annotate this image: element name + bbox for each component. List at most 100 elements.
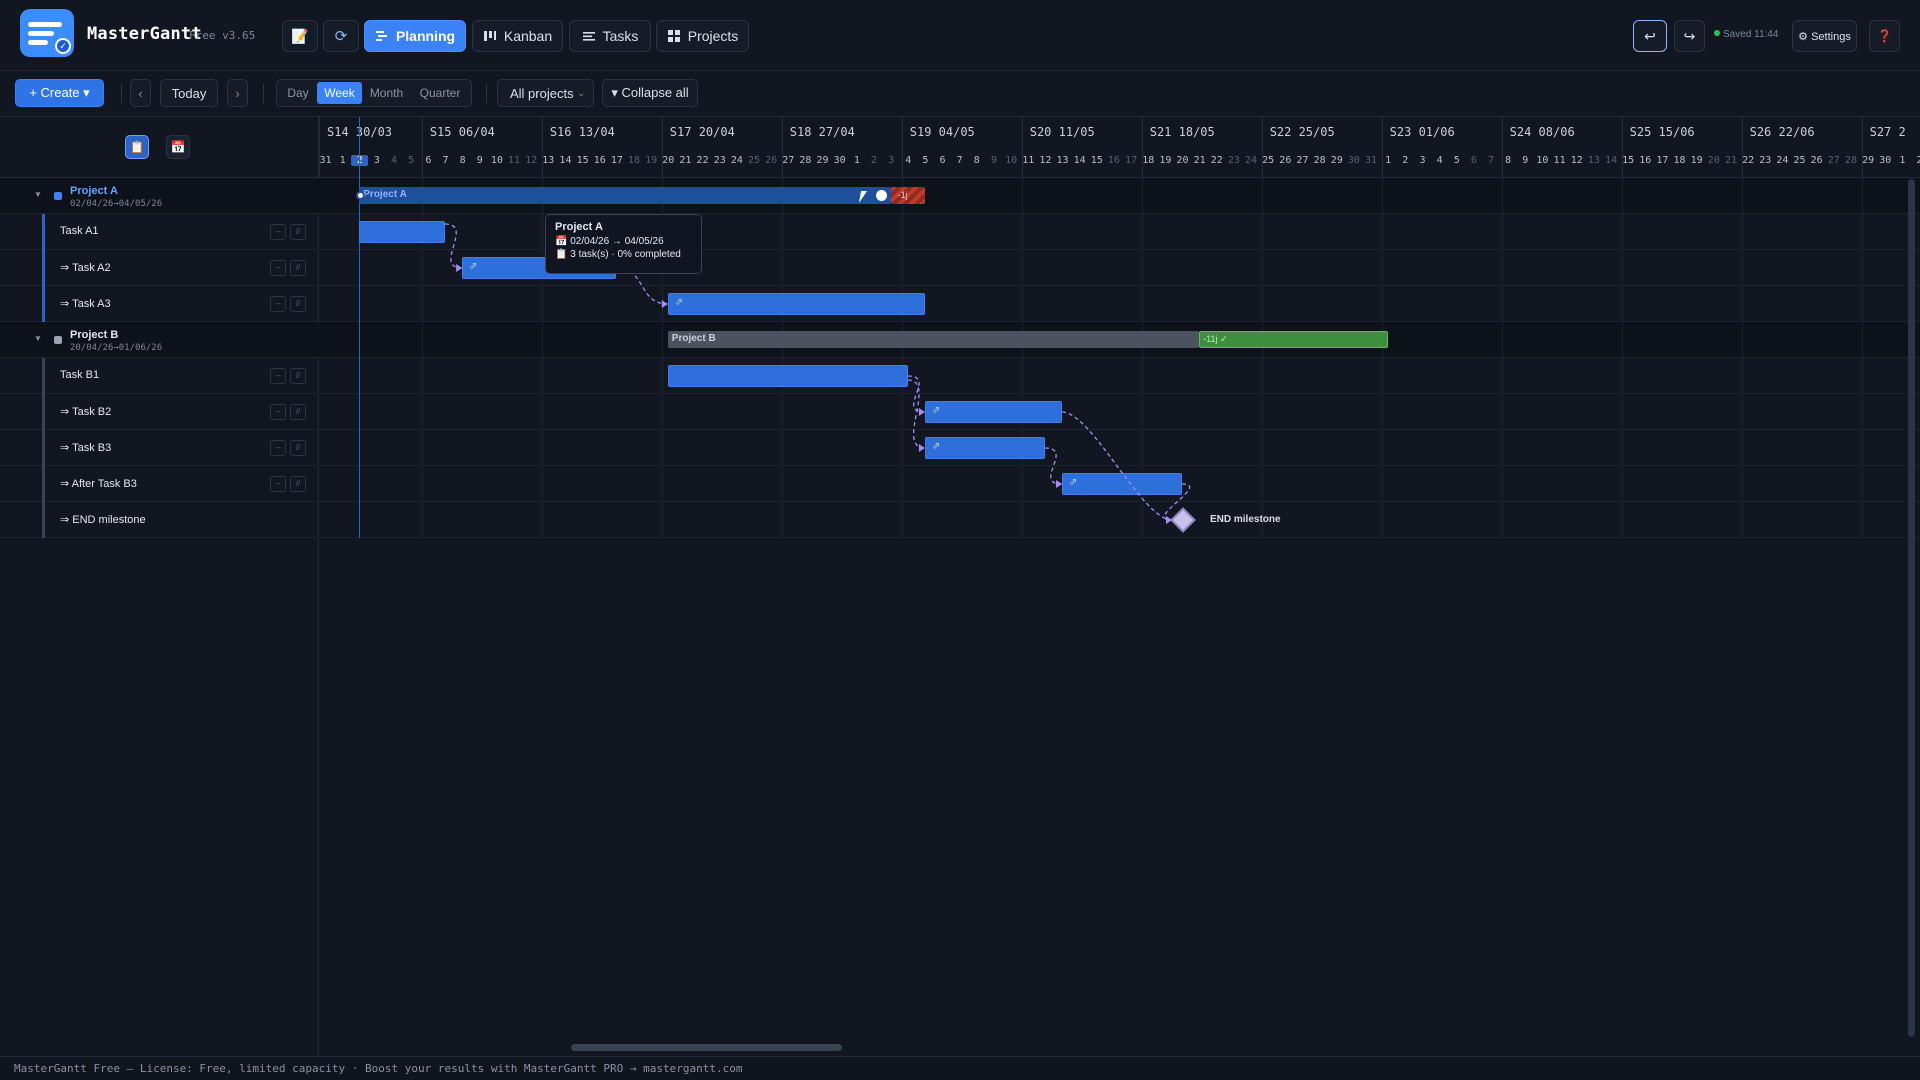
day-label: 2	[1402, 155, 1409, 166]
collapse-caret-icon[interactable]: ▼	[34, 334, 42, 343]
day-label: 3	[888, 155, 895, 166]
task-row[interactable]: ⇒ After Task B3 –//	[0, 466, 319, 502]
collapse-caret-icon[interactable]: ▼	[34, 190, 42, 199]
day-label: 1	[1385, 155, 1392, 166]
week-gridline	[1861, 178, 1863, 538]
view-quarter[interactable]: Quarter	[411, 82, 469, 104]
prev-period-button[interactable]: ‹	[130, 79, 151, 107]
project-tooltip: Project A 📅 02/04/26 → 04/05/26 📋 3 task(s…	[545, 214, 702, 274]
task-bar[interactable]	[359, 221, 445, 243]
check-icon: ✓	[55, 38, 71, 54]
next-period-button[interactable]: ›	[227, 79, 248, 107]
task-progress-box[interactable]: –	[270, 260, 286, 276]
week-divider	[781, 117, 783, 178]
resize-handle-end[interactable]	[875, 190, 887, 201]
notes-button[interactable]: 📝	[282, 20, 318, 52]
task-link-box[interactable]: //	[290, 296, 306, 312]
collapse-all-button[interactable]: ▾ Collapse all	[602, 79, 698, 107]
view-day[interactable]: Day	[279, 82, 317, 104]
day-label: 12	[1570, 155, 1583, 166]
sync-button[interactable]: ⟳	[323, 20, 359, 52]
task-bar[interactable]: ⇗	[667, 293, 925, 315]
week-label: S20 11/05	[1029, 125, 1095, 139]
day-label: 21	[1724, 155, 1737, 166]
task-bar[interactable]: ⇗	[924, 437, 1045, 459]
task-progress-box[interactable]: –	[270, 404, 286, 420]
done-label: -11j ✓	[1203, 334, 1228, 344]
help-button[interactable]: ❓	[1869, 20, 1900, 52]
project-a-overdue-bar: -1j	[890, 187, 925, 204]
today-button[interactable]: Today	[160, 79, 218, 107]
tab-planning[interactable]: Planning	[364, 20, 466, 52]
task-link-box[interactable]: //	[290, 404, 306, 420]
day-label: 9	[476, 155, 483, 166]
day-label: 30	[1879, 155, 1892, 166]
tab-projects[interactable]: Projects	[656, 20, 749, 52]
chevron-right-icon: ›	[235, 85, 240, 101]
task-link-box[interactable]: //	[290, 440, 306, 456]
day-label: 13	[1056, 155, 1069, 166]
app-name: MasterGantt	[87, 24, 202, 44]
week-divider	[1861, 117, 1863, 178]
task-link-box[interactable]: //	[290, 224, 306, 240]
project-a-bar-label: Project A	[363, 189, 407, 200]
horizontal-scrollbar[interactable]	[571, 1044, 842, 1051]
task-progress-box[interactable]: –	[270, 296, 286, 312]
tab-tasks[interactable]: Tasks	[569, 20, 651, 52]
project-row[interactable]: ▼ Project B 20/04/26→01/06/26	[0, 322, 319, 358]
view-month[interactable]: Month	[362, 82, 411, 104]
timeline-body: Project A -1j Project B -11j ✓ ⇗ ⇗ ⇗ ⇗ ⇗ END mile…	[319, 117, 1920, 1056]
project-b-done-bar: -11j ✓	[1199, 331, 1388, 348]
day-label: 3	[1419, 155, 1426, 166]
project-filter-select[interactable]: All projects ⌄	[497, 79, 594, 107]
week-gridline	[1381, 178, 1383, 538]
week-divider	[1501, 117, 1503, 178]
task-bar[interactable]	[667, 365, 908, 387]
task-row[interactable]: ⇒ Task A3 –//	[0, 286, 319, 322]
project-a-bar[interactable]: Project A	[356, 187, 891, 204]
task-link-box[interactable]: //	[290, 476, 306, 492]
create-button[interactable]: + Create ▾	[15, 79, 104, 107]
tooltip-dates: 📅 02/04/26 → 04/05/26	[555, 236, 664, 247]
day-label: 27	[1296, 155, 1309, 166]
task-row[interactable]: ⇒ END milestone	[0, 502, 319, 538]
gantt-timeline: S14 30/03 S15 06/04 S16 13/04 S17 20/04 S18 …	[319, 117, 1920, 1056]
project-b-bar[interactable]: Project B	[667, 331, 1200, 348]
clipboard-icon[interactable]: 📋	[125, 135, 149, 159]
task-progress-box[interactable]: –	[270, 224, 286, 240]
settings-button[interactable]: ⚙ Settings	[1792, 20, 1857, 52]
divider	[263, 83, 264, 103]
task-bar[interactable]: ⇗	[924, 401, 1062, 423]
day-label: 28	[799, 155, 812, 166]
calendar-icon[interactable]: 📅	[166, 135, 190, 159]
task-name: ⇒ After Task B3	[60, 478, 137, 490]
day-label: 8	[973, 155, 980, 166]
project-name: Project B	[70, 329, 119, 341]
vertical-scrollbar[interactable]	[1908, 179, 1915, 1037]
task-bar[interactable]: ⇗	[1062, 473, 1182, 495]
undo-button[interactable]: ↩	[1633, 20, 1667, 52]
task-row[interactable]: ⇒ Task B3 –//	[0, 430, 319, 466]
day-label: 26	[1279, 155, 1292, 166]
task-progress-box[interactable]: –	[270, 368, 286, 384]
task-name: ⇒ Task B3	[60, 442, 112, 454]
redo-button[interactable]: ↪	[1674, 20, 1705, 52]
task-progress-box[interactable]: –	[270, 476, 286, 492]
task-row[interactable]: ⇒ Task B2 –//	[0, 394, 319, 430]
project-row[interactable]: ▼ Project A 02/04/26→04/05/26	[0, 178, 319, 214]
task-row[interactable]: ⇒ Task A2 –//	[0, 250, 319, 286]
day-label: 18	[1142, 155, 1155, 166]
today-line	[359, 117, 361, 538]
tab-kanban[interactable]: Kanban	[472, 20, 563, 52]
week-divider	[1621, 117, 1623, 178]
week-divider	[1021, 117, 1023, 178]
task-link-box[interactable]: //	[290, 368, 306, 384]
task-row[interactable]: Task B1 –//	[0, 358, 319, 394]
task-link-box[interactable]: //	[290, 260, 306, 276]
task-progress-box[interactable]: –	[270, 440, 286, 456]
day-label: 12	[1039, 155, 1052, 166]
task-row[interactable]: Task A1 –//	[0, 214, 319, 250]
view-week[interactable]: Week	[317, 82, 362, 104]
day-label: 5	[1453, 155, 1460, 166]
timeline-row	[319, 502, 1920, 538]
